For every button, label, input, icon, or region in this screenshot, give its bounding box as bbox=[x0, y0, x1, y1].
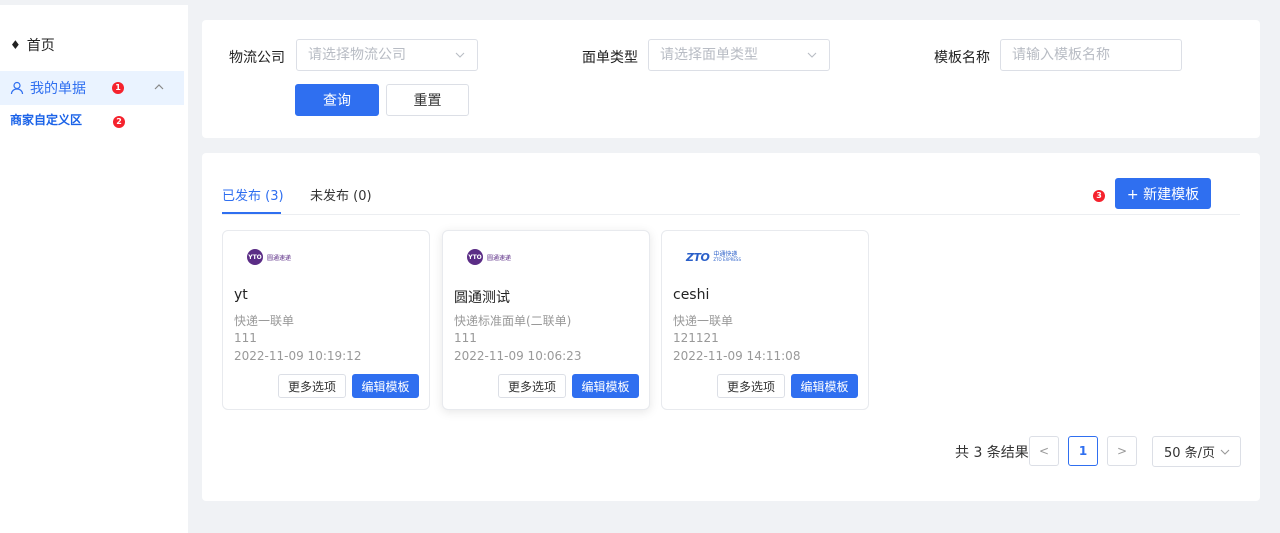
chevron-down-icon bbox=[1220, 449, 1230, 455]
edit-template-button[interactable]: 编辑模板 bbox=[572, 374, 639, 398]
zto-logo-icon: ZTO bbox=[686, 250, 710, 264]
filter-panel: 物流公司 请选择物流公司 面单类型 请选择面单类型 模板名称 请输入模板名称 查… bbox=[202, 20, 1260, 138]
chevron-left-icon: < bbox=[1038, 444, 1050, 458]
name-input[interactable]: 请输入模板名称 bbox=[1000, 39, 1182, 71]
tabs-divider bbox=[222, 214, 1240, 215]
card-title: ceshi bbox=[673, 287, 710, 303]
courier-name: 圆通速递 bbox=[267, 254, 292, 262]
name-input-placeholder: 请输入模板名称 bbox=[1012, 47, 1110, 63]
template-card[interactable]: YTO 圆通速递 圆通测试 快递标准面单(二联单) 111 2022-11-09… bbox=[442, 230, 650, 410]
notification-badge: 1 bbox=[112, 82, 124, 94]
tab-active-indicator bbox=[222, 212, 281, 214]
card-title: 圆通测试 bbox=[454, 290, 510, 306]
courier-name-en: ZTO EXPRESS bbox=[713, 257, 742, 262]
company-select-placeholder: 请选择物流公司 bbox=[308, 47, 406, 63]
edit-template-button[interactable]: 编辑模板 bbox=[352, 374, 419, 398]
name-label: 模板名称 bbox=[934, 50, 990, 66]
page-size-select[interactable]: 50 条/页 bbox=[1152, 436, 1241, 467]
card-type: 快递标准面单(二联单) bbox=[454, 314, 572, 328]
tab-unpublished[interactable]: 未发布 (0) bbox=[310, 185, 372, 204]
template-card[interactable]: YTO 圆通速递 yt 快递一联单 111 2022-11-09 10:19:1… bbox=[222, 230, 430, 410]
chevron-down-icon bbox=[455, 52, 465, 58]
reset-button[interactable]: 重置 bbox=[386, 84, 469, 116]
yto-logo-icon: YTO bbox=[247, 249, 263, 265]
sidebar-item-my-documents-label: 我的单据 bbox=[30, 81, 86, 97]
card-title: yt bbox=[234, 287, 248, 303]
chevron-down-icon bbox=[807, 52, 817, 58]
sidebar-item-home-label: 首页 bbox=[26, 38, 55, 54]
pagination-next-button[interactable]: > bbox=[1107, 436, 1137, 466]
pagination-page-1[interactable]: 1 bbox=[1068, 436, 1098, 466]
templates-panel: 已发布 (3) 未发布 (0) 3 + 新建模板 YTO 圆通速递 yt 快递一… bbox=[202, 153, 1260, 501]
sidebar: ♦ 首页 我的单据 1 商家自定义区 2 bbox=[0, 0, 188, 533]
courier-name-block: 中通快递 ZTO EXPRESS bbox=[713, 252, 741, 262]
new-template-button[interactable]: + 新建模板 bbox=[1115, 178, 1211, 209]
chevron-up-icon[interactable] bbox=[152, 80, 166, 94]
pagination-prev-button[interactable]: < bbox=[1029, 436, 1059, 466]
user-icon bbox=[10, 81, 24, 95]
home-icon: ♦ bbox=[10, 38, 21, 52]
company-select[interactable]: 请选择物流公司 bbox=[296, 39, 478, 71]
sidebar-item-my-documents[interactable]: 我的单据 1 bbox=[0, 71, 184, 105]
card-type: 快递一联单 bbox=[673, 314, 734, 328]
courier-logo: YTO 圆通速递 bbox=[247, 249, 291, 265]
edit-template-button[interactable]: 编辑模板 bbox=[791, 374, 858, 398]
tab-published[interactable]: 已发布 (3) bbox=[222, 185, 284, 204]
card-time: 2022-11-09 10:06:23 bbox=[454, 349, 582, 363]
sidebar-item-merchant-custom[interactable]: 商家自定义区 bbox=[10, 111, 82, 128]
page-size-value: 50 条/页 bbox=[1164, 446, 1216, 461]
more-options-button[interactable]: 更多选项 bbox=[278, 374, 346, 398]
card-code: 111 bbox=[454, 331, 477, 345]
query-button[interactable]: 查询 bbox=[295, 84, 379, 116]
type-label: 面单类型 bbox=[582, 50, 638, 66]
card-code: 121121 bbox=[673, 331, 719, 345]
template-card[interactable]: ZTO 中通快递 ZTO EXPRESS ceshi 快递一联单 121121 … bbox=[661, 230, 869, 410]
yto-logo-icon: YTO bbox=[467, 249, 483, 265]
courier-name: 圆通速递 bbox=[487, 254, 512, 262]
notification-badge: 3 bbox=[1093, 190, 1105, 202]
pagination-total: 共 3 条结果 bbox=[955, 445, 1029, 461]
courier-logo: ZTO 中通快递 ZTO EXPRESS bbox=[686, 249, 741, 265]
card-code: 111 bbox=[234, 331, 257, 345]
card-time: 2022-11-09 10:19:12 bbox=[234, 349, 362, 363]
company-label: 物流公司 bbox=[229, 50, 285, 66]
courier-logo: YTO 圆通速递 bbox=[467, 249, 511, 265]
more-options-button[interactable]: 更多选项 bbox=[717, 374, 785, 398]
card-time: 2022-11-09 14:11:08 bbox=[673, 349, 801, 363]
more-options-button[interactable]: 更多选项 bbox=[498, 374, 566, 398]
chevron-right-icon: > bbox=[1116, 444, 1128, 458]
type-select-placeholder: 请选择面单类型 bbox=[660, 47, 758, 63]
type-select[interactable]: 请选择面单类型 bbox=[648, 39, 830, 71]
card-type: 快递一联单 bbox=[234, 314, 295, 328]
notification-badge: 2 bbox=[113, 116, 125, 128]
sidebar-item-home[interactable]: ♦ 首页 bbox=[10, 35, 55, 55]
